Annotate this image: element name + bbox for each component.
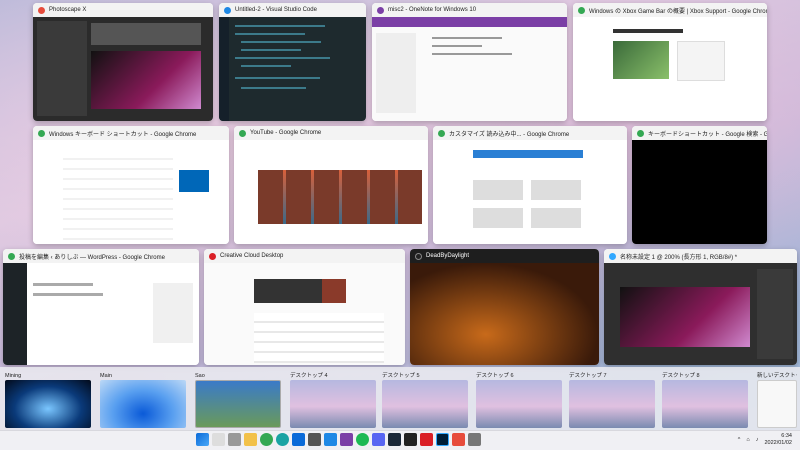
window-title: Windows の Xbox Game Bar の概要 | Xbox Suppo… [589,8,767,15]
window-title: 投稿を編集 ‹ ありしぶ — WordPress - Google Chrome [19,254,165,261]
photoshop-icon [609,252,616,260]
window-chrome-shortcuts[interactable]: Windows キーボード ショートカット - Google Chrome [33,126,229,244]
spotify-icon[interactable] [356,433,369,446]
game-icon[interactable] [404,433,417,446]
start-icon[interactable] [196,433,209,446]
window-title: Windows キーボード ショートカット - Google Chrome [49,131,197,138]
vscode-icon[interactable] [324,433,337,446]
creative-cloud-icon[interactable] [420,433,433,446]
window-title: DeadByDaylight [426,253,470,259]
window-chrome-xbox[interactable]: Windows の Xbox Game Bar の概要 | Xbox Suppo… [573,3,767,121]
window-title: misc2 - OneNote for Windows 10 [388,7,477,13]
window-title: Untitled-2 - Visual Studio Code [235,7,317,13]
steam-icon[interactable] [388,433,401,446]
chrome-icon [438,129,445,137]
window-wordpress[interactable]: 投稿を編集 ‹ ありしぶ — WordPress - Google Chrome [3,249,199,365]
mail-icon[interactable] [292,433,305,446]
desktop-thumbnail[interactable]: Mining [5,372,91,428]
settings-icon[interactable] [468,433,481,446]
window-chrome-search[interactable]: キーボードショートカット - Google 検索 - Google Chrome [632,126,767,244]
desktop-label: Mining [5,373,22,379]
chrome-icon [8,252,15,260]
chrome-icon[interactable] [260,433,273,446]
desktop-label: デスクトップ 7 [569,373,607,379]
desktop-thumbnail[interactable]: デスクトップ 4 [290,372,376,428]
chrome-icon [239,129,246,137]
chrome-icon [38,129,45,137]
desktop-label: デスクトップ 5 [382,373,420,379]
window-creative-cloud[interactable]: Creative Cloud Desktop [204,249,405,365]
desktop-label: 新しいデスクトップ [757,373,797,379]
window-photoshop[interactable]: 名称未設定 1 @ 200% (長方形 1, RGB/8#) * [604,249,797,365]
desktop-thumbnail[interactable]: デスクトップ 5 [382,372,468,428]
window-photoscape[interactable]: Photoscape X [33,3,213,121]
onenote-icon[interactable] [340,433,353,446]
onenote-icon [377,6,384,14]
desktop-thumbnail[interactable]: デスクトップ 8 [662,372,748,428]
discord-icon[interactable] [372,433,385,446]
window-youtube[interactable]: YouTube - Google Chrome [234,126,428,244]
desktop-label: Sao [195,373,205,379]
clock[interactable]: 6:34 2022/01/02 [764,433,792,447]
chevron-up-icon[interactable]: ^ [738,437,741,443]
file-explorer-icon[interactable] [244,433,257,446]
photoscape-icon [38,6,45,14]
desktop-thumbnail[interactable]: デスクトップ 7 [569,372,655,428]
desktop-label: Main [100,373,112,379]
window-onenote[interactable]: misc2 - OneNote for Windows 10 [372,3,567,121]
chrome-icon [578,6,585,14]
window-title: Photoscape X [49,7,87,13]
creative-cloud-icon [209,252,216,260]
window-title: キーボードショートカット - Google 検索 - Google Chrome [648,131,767,138]
store-icon[interactable] [308,433,321,446]
clock-time: 6:34 [781,433,792,439]
desktop-label: デスクトップ 8 [662,373,700,379]
chrome-icon [637,129,644,137]
new-desktop-button[interactable]: 新しいデスクトップ [757,372,797,428]
window-title: YouTube - Google Chrome [250,130,322,136]
desktop-label: デスクトップ 4 [290,373,328,379]
desktop-thumbnail[interactable]: Main [100,372,186,428]
window-title: カスタマイズ 読み込み中... - Google Chrome [449,131,570,138]
taskbar: ^ ⌂ ♪ 6:34 2022/01/02 [0,430,800,450]
vscode-icon [224,6,231,14]
desktop-thumbnail[interactable]: Sao [195,372,281,428]
task-view-icon[interactable] [228,433,241,446]
photoscape-icon[interactable] [452,433,465,446]
network-icon[interactable]: ⌂ [746,437,749,443]
game-icon [415,252,422,260]
edge-icon[interactable] [276,433,289,446]
window-title: Creative Cloud Desktop [220,253,284,259]
desktop-thumbnail[interactable]: デスクトップ 6 [476,372,562,428]
search-icon[interactable] [212,433,225,446]
volume-icon[interactable]: ♪ [756,437,759,443]
window-chrome-customize[interactable]: カスタマイズ 読み込み中... - Google Chrome [433,126,627,244]
window-deadbydaylight[interactable]: DeadByDaylight [410,249,599,365]
clock-date: 2022/01/02 [764,440,792,446]
photoshop-icon[interactable] [436,433,449,446]
window-title: 名称未設定 1 @ 200% (長方形 1, RGB/8#) * [620,254,738,261]
desktop-label: デスクトップ 6 [476,373,514,379]
window-vscode[interactable]: Untitled-2 - Visual Studio Code [219,3,366,121]
